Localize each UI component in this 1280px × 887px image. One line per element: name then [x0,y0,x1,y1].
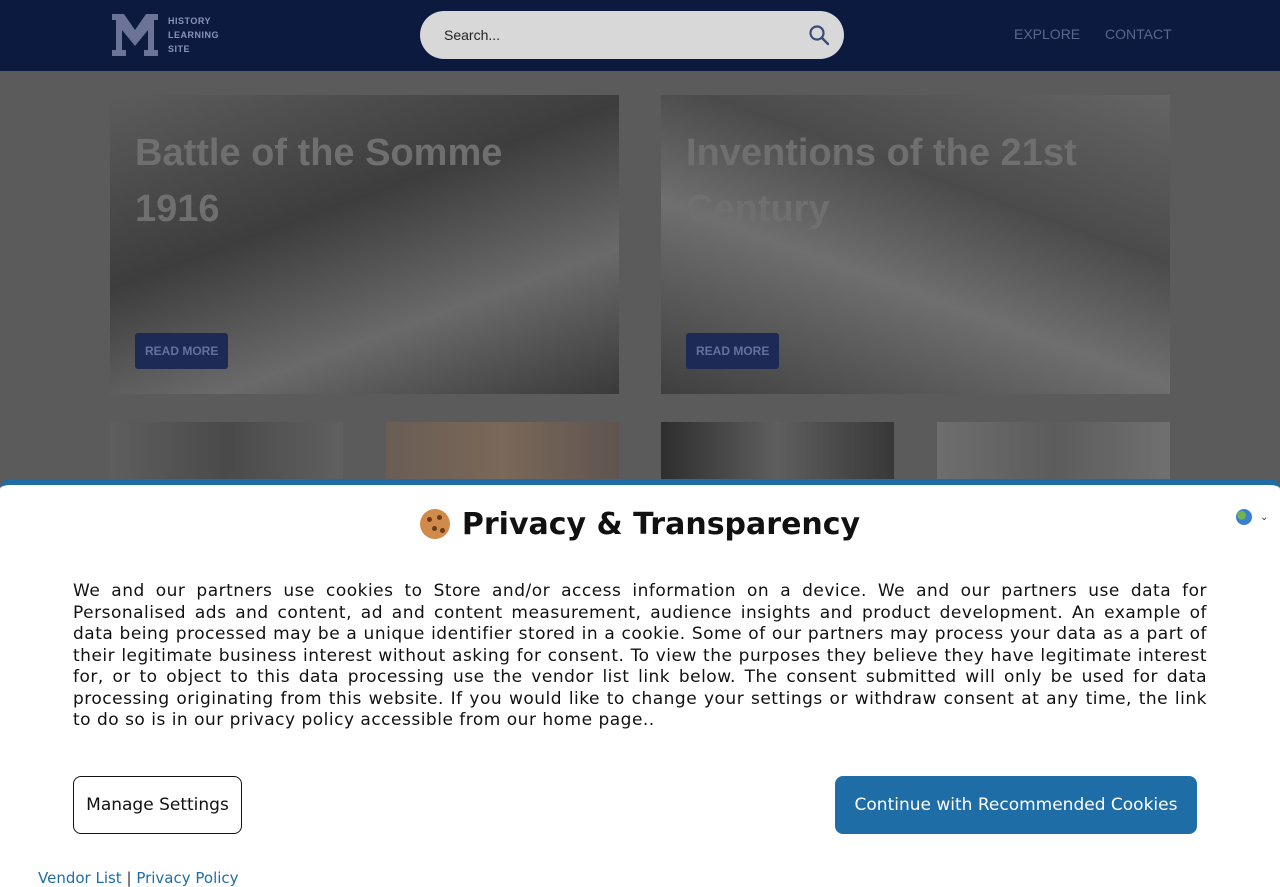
link-separator: | [126,869,132,887]
manage-settings-button[interactable]: Manage Settings [73,776,242,834]
privacy-policy-link[interactable]: Privacy Policy [136,869,238,887]
logo-mark-icon [112,14,158,56]
search-input[interactable] [444,11,804,59]
site-logo[interactable]: HISTORY LEARNING SITE [110,11,234,59]
consent-dialog: Privacy & Transparency ⌄ We and our part… [0,479,1280,887]
nav-contact[interactable]: CONTACT [1105,26,1172,42]
globe-icon [1236,509,1252,525]
site-header: HISTORY LEARNING SITE EXPLORE CONTACT [0,0,1280,71]
chevron-down-icon: ⌄ [1260,511,1269,523]
vendor-list-link[interactable]: Vendor List [38,869,122,887]
read-more-button[interactable]: READ MORE [135,333,229,369]
hero-card[interactable]: Battle of the Somme 1916 READ MORE [110,95,619,394]
search-icon[interactable] [808,24,830,46]
nav-explore[interactable]: EXPLORE [1014,26,1080,42]
hero-card-title: Battle of the Somme 1916 [135,132,503,230]
read-more-button[interactable]: READ MORE [686,333,780,369]
cookie-icon [419,509,450,539]
continue-recommended-cookies-button[interactable]: Continue with Recommended Cookies [835,776,1197,834]
consent-title: Privacy & Transparency [0,507,1280,542]
logo-text: HISTORY LEARNING SITE [168,16,219,54]
language-selector[interactable]: ⌄ [1236,509,1268,525]
consent-body: We and our partners use cookies to Store… [73,581,1207,730]
hero-card[interactable]: Inventions of the 21st Century READ MORE [661,95,1170,394]
consent-footer-links: Vendor List | Privacy Policy [38,869,239,887]
hero-card-title: Inventions of the 21st Century [686,132,1077,230]
search-bar [420,11,844,59]
